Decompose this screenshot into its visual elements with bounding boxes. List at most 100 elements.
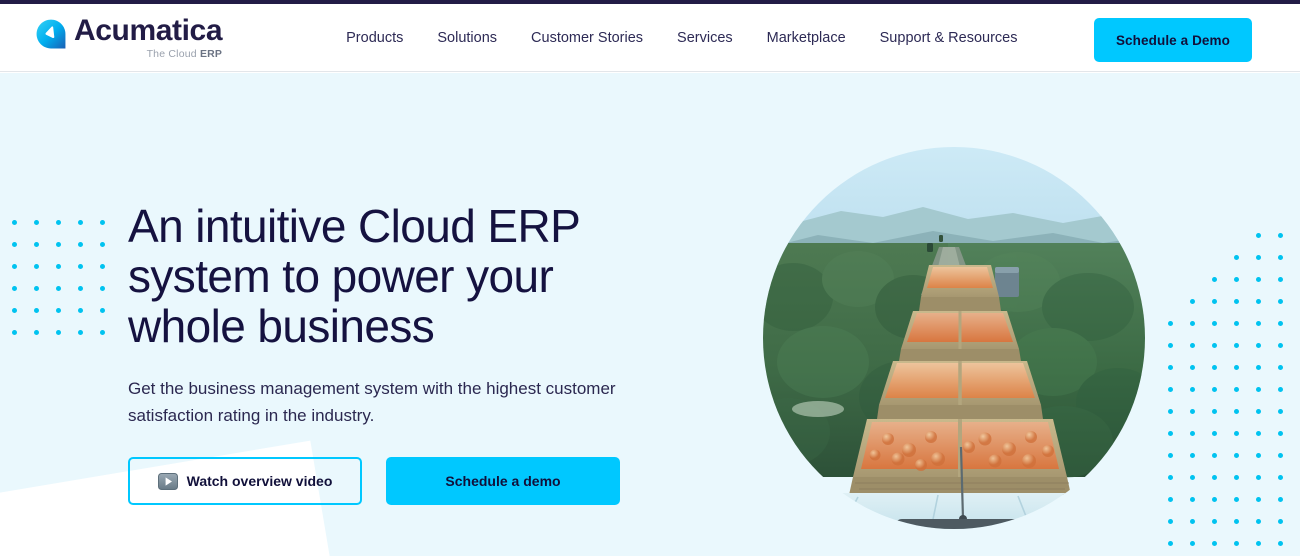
decorative-dot xyxy=(1234,233,1239,238)
decorative-dot xyxy=(1190,255,1195,260)
hero-copy-block: An intuitive Cloud ERP system to power y… xyxy=(128,201,748,505)
decorative-dot xyxy=(78,286,83,291)
decorative-dot xyxy=(56,286,61,291)
decorative-dot xyxy=(100,286,105,291)
decorative-dot xyxy=(1234,541,1239,546)
decorative-dot xyxy=(1234,475,1239,480)
decorative-dot xyxy=(100,264,105,269)
decorative-dot xyxy=(1212,277,1217,282)
decorative-dot xyxy=(1168,255,1173,260)
decorative-dot xyxy=(34,286,39,291)
decorative-dot xyxy=(12,330,17,335)
decorative-dot xyxy=(100,242,105,247)
decorative-dot xyxy=(1256,321,1261,326)
decorative-dot xyxy=(1190,321,1195,326)
hero-section: An intuitive Cloud ERP system to power y… xyxy=(0,73,1300,556)
decorative-dot xyxy=(1256,475,1261,480)
watch-overview-video-button[interactable]: Watch overview video xyxy=(128,457,362,505)
decorative-dot xyxy=(1190,299,1195,304)
decorative-dot xyxy=(1168,233,1173,238)
decorative-dot xyxy=(78,264,83,269)
decorative-dot xyxy=(1190,343,1195,348)
decorative-dot xyxy=(1278,299,1283,304)
decorative-dot xyxy=(56,220,61,225)
decorative-dot xyxy=(1212,255,1217,260)
brand-tagline-bold: ERP xyxy=(199,47,223,60)
decorative-dot xyxy=(1278,321,1283,326)
decorative-dot xyxy=(1212,365,1217,370)
decorative-dot xyxy=(78,220,83,225)
decorative-dot-grid-right xyxy=(1168,233,1300,556)
decorative-dot xyxy=(1278,277,1283,282)
decorative-dot xyxy=(1168,541,1173,546)
decorative-dot xyxy=(1168,453,1173,458)
decorative-dot xyxy=(1278,343,1283,348)
nav-item-marketplace[interactable]: Marketplace xyxy=(765,24,848,52)
decorative-dot xyxy=(1212,409,1217,414)
decorative-dot xyxy=(1168,321,1173,326)
decorative-dot xyxy=(1190,497,1195,502)
brand-logo-link[interactable]: Acumatica The Cloud ERP xyxy=(36,14,223,61)
decorative-dot xyxy=(34,264,39,269)
decorative-dot xyxy=(1212,541,1217,546)
decorative-dot xyxy=(1168,365,1173,370)
decorative-dot xyxy=(1212,233,1217,238)
decorative-dot xyxy=(12,286,17,291)
decorative-dot xyxy=(1256,277,1261,282)
decorative-dot xyxy=(1234,387,1239,392)
nav-item-solutions[interactable]: Solutions xyxy=(435,24,499,52)
top-accent-bar xyxy=(0,0,1300,4)
decorative-dot xyxy=(12,264,17,269)
decorative-dot xyxy=(1234,343,1239,348)
hero-schedule-demo-button[interactable]: Schedule a demo xyxy=(386,457,620,505)
site-header: Acumatica The Cloud ERP Products Solutio… xyxy=(0,4,1300,72)
decorative-dot xyxy=(1168,409,1173,414)
decorative-dot xyxy=(1212,387,1217,392)
decorative-dot xyxy=(1168,387,1173,392)
decorative-dot xyxy=(34,242,39,247)
decorative-dot xyxy=(56,264,61,269)
decorative-dot xyxy=(1168,475,1173,480)
decorative-dot xyxy=(1278,431,1283,436)
decorative-dot xyxy=(1234,519,1239,524)
decorative-dot xyxy=(1190,409,1195,414)
decorative-dot xyxy=(1278,365,1283,370)
decorative-dot-grid-left xyxy=(12,220,122,352)
decorative-dot xyxy=(1278,497,1283,502)
decorative-dot xyxy=(1278,255,1283,260)
decorative-dot xyxy=(34,308,39,313)
nav-item-services[interactable]: Services xyxy=(675,24,735,52)
acumatica-droplet-logo-icon xyxy=(36,19,66,49)
decorative-dot xyxy=(78,330,83,335)
decorative-dot xyxy=(1168,431,1173,436)
decorative-dot xyxy=(1212,497,1217,502)
decorative-dot xyxy=(1256,365,1261,370)
decorative-dot xyxy=(1212,453,1217,458)
decorative-dot xyxy=(1256,431,1261,436)
watch-overview-video-label: Watch overview video xyxy=(186,473,333,489)
nav-item-support-resources[interactable]: Support & Resources xyxy=(878,24,1020,52)
decorative-dot xyxy=(1256,409,1261,414)
decorative-dot xyxy=(1212,321,1217,326)
decorative-dot xyxy=(1278,541,1283,546)
decorative-dot xyxy=(1190,453,1195,458)
brand-tagline-light: The Cloud xyxy=(146,47,200,60)
decorative-dot xyxy=(1234,255,1239,260)
decorative-dot xyxy=(1256,387,1261,392)
decorative-dot xyxy=(1168,519,1173,524)
decorative-dot xyxy=(1234,453,1239,458)
decorative-dot xyxy=(1234,299,1239,304)
decorative-dot xyxy=(56,308,61,313)
hero-circular-photo xyxy=(763,147,1145,529)
decorative-dot xyxy=(1278,409,1283,414)
nav-item-products[interactable]: Products xyxy=(344,24,405,52)
decorative-dot xyxy=(1190,431,1195,436)
decorative-dot xyxy=(1256,255,1261,260)
decorative-dot xyxy=(12,220,17,225)
decorative-dot xyxy=(56,242,61,247)
hero-headline: An intuitive Cloud ERP system to power y… xyxy=(128,200,580,352)
decorative-dot xyxy=(78,242,83,247)
nav-item-customer-stories[interactable]: Customer Stories xyxy=(529,24,645,52)
header-schedule-demo-button[interactable]: Schedule a Demo xyxy=(1093,18,1252,62)
decorative-dot xyxy=(1234,431,1239,436)
